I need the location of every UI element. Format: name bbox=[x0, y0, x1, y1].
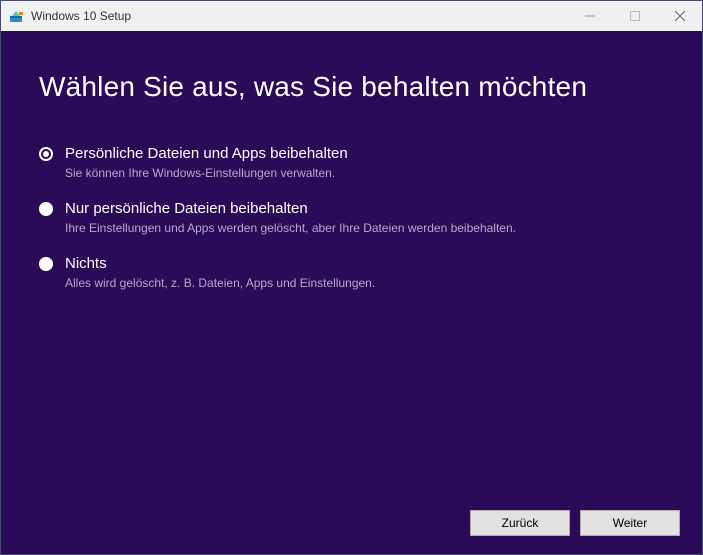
content-area: Wählen Sie aus, was Sie behalten möchten… bbox=[1, 31, 702, 554]
option-description: Ihre Einstellungen und Apps werden gelös… bbox=[65, 221, 516, 235]
option-keep-nothing[interactable]: Nichts Alles wird gelöscht, z. B. Dateie… bbox=[39, 255, 664, 290]
option-label: Nur persönliche Dateien beibehalten bbox=[65, 200, 516, 217]
radio-icon bbox=[39, 147, 53, 161]
setup-window: Windows 10 Setup Wählen Sie aus, was Sie… bbox=[0, 0, 703, 555]
titlebar: Windows 10 Setup bbox=[1, 1, 702, 31]
option-label: Nichts bbox=[65, 255, 375, 272]
minimize-button[interactable] bbox=[567, 1, 612, 31]
back-button[interactable]: Zurück bbox=[470, 510, 570, 536]
app-icon bbox=[9, 8, 25, 24]
radio-icon bbox=[39, 202, 53, 216]
maximize-button[interactable] bbox=[612, 1, 657, 31]
option-keep-files-only[interactable]: Nur persönliche Dateien beibehalten Ihre… bbox=[39, 200, 664, 235]
option-description: Alles wird gelöscht, z. B. Dateien, Apps… bbox=[65, 276, 375, 290]
page-heading: Wählen Sie aus, was Sie behalten möchten bbox=[39, 71, 664, 103]
options-group: Persönliche Dateien und Apps beibehalten… bbox=[39, 145, 664, 290]
option-description: Sie können Ihre Windows-Einstellungen ve… bbox=[65, 166, 348, 180]
close-button[interactable] bbox=[657, 1, 702, 31]
option-keep-files-apps[interactable]: Persönliche Dateien und Apps beibehalten… bbox=[39, 145, 664, 180]
radio-icon bbox=[39, 257, 53, 271]
next-button[interactable]: Weiter bbox=[580, 510, 680, 536]
footer-buttons: Zurück Weiter bbox=[470, 510, 680, 536]
option-label: Persönliche Dateien und Apps beibehalten bbox=[65, 145, 348, 162]
window-title: Windows 10 Setup bbox=[31, 9, 131, 23]
